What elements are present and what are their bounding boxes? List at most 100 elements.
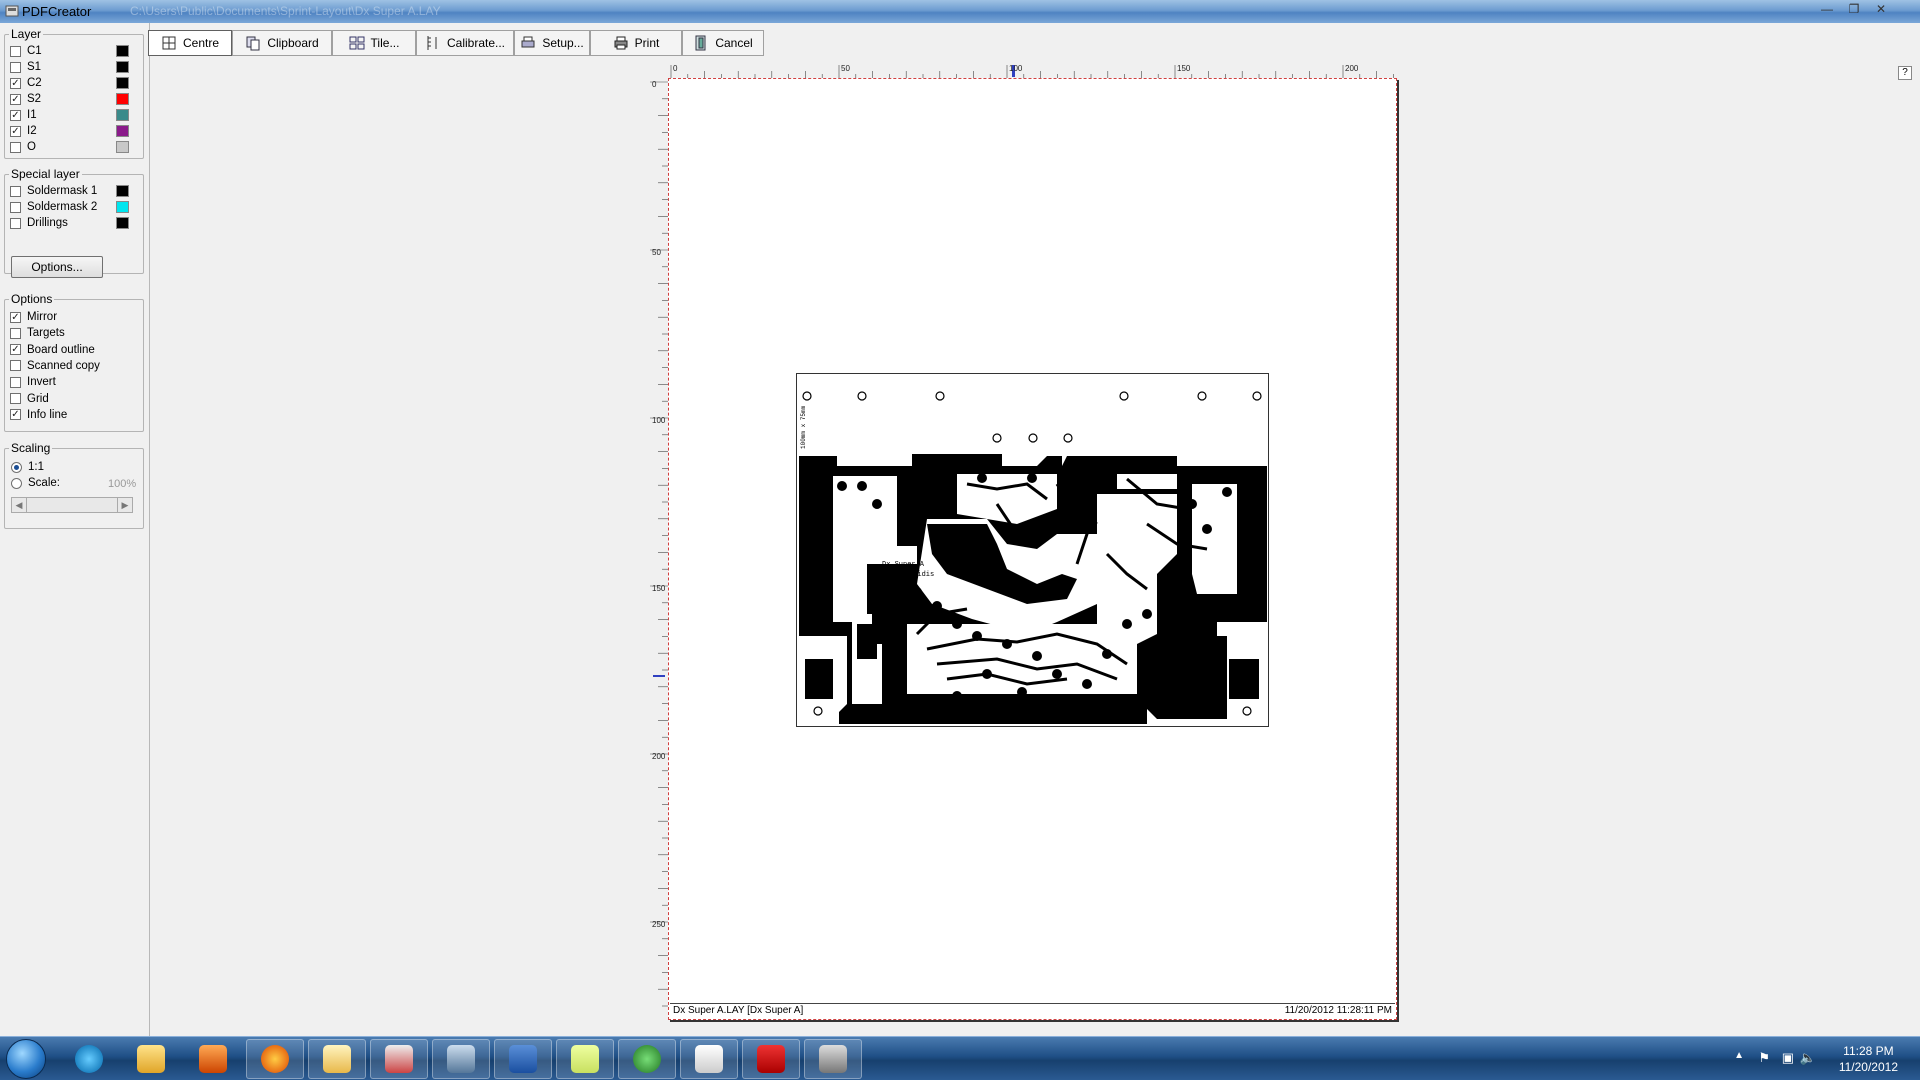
action-center-flag-icon[interactable]: ⚑	[1758, 1050, 1770, 1066]
layer-checkbox-s2[interactable]: ✓ S2	[10, 91, 41, 107]
option-checkbox-grid[interactable]: Grid	[10, 391, 49, 407]
pdfcreator-taskbar-icon[interactable]	[804, 1039, 862, 1079]
layer-checkbox-o[interactable]: O	[10, 139, 36, 155]
radio-indicator	[11, 461, 22, 473]
layer-color-swatch[interactable]	[116, 61, 129, 73]
horizontal-ruler	[670, 65, 1394, 78]
word-taskbar-icon[interactable]	[494, 1039, 552, 1079]
calibrate-button[interactable]: Calibrate...	[416, 30, 514, 56]
v-ruler-label: 100	[652, 416, 666, 425]
layer-color-swatch[interactable]	[116, 141, 129, 153]
special-layer-checkbox-drillings[interactable]: Drillings	[10, 215, 68, 231]
printer-icon	[614, 36, 628, 50]
h-ruler-label: 100	[1009, 64, 1023, 73]
scale-1to1-label: 1:1	[28, 461, 44, 473]
setup-label: Setup...	[542, 36, 584, 50]
checkbox-indicator: ✓	[10, 77, 21, 89]
radio-indicator	[11, 477, 22, 489]
options-button[interactable]: Options...	[11, 256, 103, 278]
calibrate-label: Calibrate...	[446, 36, 506, 50]
centre-icon	[162, 36, 176, 50]
cancel-button[interactable]: Cancel	[682, 30, 764, 56]
print-button[interactable]: Print	[590, 30, 682, 56]
print-page: Dx Super A Costas Hnlogidis 100mm x 75mm…	[668, 78, 1397, 1020]
special-layer-checkbox-soldermask-1[interactable]: Soldermask 1	[10, 183, 97, 199]
help-button[interactable]: ?	[1898, 66, 1912, 80]
board-label-1: Dx Super A	[882, 561, 925, 569]
checkbox-indicator: ✓	[10, 93, 21, 105]
pcb-layout-image: Dx Super A Costas Hnlogidis 100mm x 75mm	[799, 391, 1267, 724]
checkbox-indicator	[10, 376, 21, 388]
layer-checkbox-i2[interactable]: ✓ I2	[10, 123, 37, 139]
media-player-taskbar-icon[interactable]	[184, 1039, 242, 1079]
h-ruler-label: 0	[673, 64, 678, 73]
board-label-2: Costas Hnlogidis	[867, 571, 934, 579]
tile-button[interactable]: Tile...	[332, 30, 416, 56]
runner-app-taskbar-icon[interactable]	[680, 1039, 738, 1079]
option-checkbox-mirror[interactable]: ✓ Mirror	[10, 309, 57, 325]
checkbox-indicator: ✓	[10, 311, 21, 323]
close-button[interactable]: ✕	[1870, 1, 1892, 17]
sticky-notes-taskbar-icon[interactable]	[556, 1039, 614, 1079]
file-explorer-taskbar-icon[interactable]	[122, 1039, 180, 1079]
volume-icon[interactable]: 🔈	[1800, 1050, 1816, 1066]
centre-label: Centre	[182, 36, 220, 50]
mail-taskbar-icon[interactable]	[308, 1039, 366, 1079]
checkbox-indicator: ✓	[10, 344, 21, 356]
keyboard-taskbar-icon[interactable]	[432, 1039, 490, 1079]
option-label: Mirror	[27, 311, 58, 323]
scroll-left-icon[interactable]: ◀	[12, 498, 27, 512]
restore-button[interactable]: ❐	[1843, 1, 1865, 17]
minimize-button[interactable]: —	[1816, 1, 1838, 17]
printer-setup-icon	[521, 36, 535, 48]
scale-custom-radio[interactable]: Scale:	[11, 475, 60, 491]
layer-color-swatch[interactable]	[116, 125, 129, 137]
tile-icon	[349, 36, 365, 50]
cancel-label: Cancel	[715, 36, 753, 50]
special-layer-color-swatch[interactable]	[116, 217, 129, 229]
clipboard-button[interactable]: Clipboard	[232, 30, 332, 56]
snipping-tool-taskbar-icon[interactable]	[370, 1039, 428, 1079]
special-layer-checkbox-soldermask-2[interactable]: Soldermask 2	[10, 199, 97, 215]
show-hidden-icons-button[interactable]: ▲	[1734, 1050, 1744, 1061]
window-title: PDFCreator	[22, 4, 92, 19]
option-checkbox-scanned-copy[interactable]: Scanned copy	[10, 358, 100, 374]
option-label: Targets	[27, 327, 65, 340]
special-layer-group-title: Special layer	[11, 167, 80, 181]
special-layer-label: Drillings	[27, 217, 68, 229]
start-button[interactable]	[6, 1039, 46, 1079]
layer-checkbox-s1[interactable]: S1	[10, 59, 41, 75]
firefox-taskbar-icon[interactable]	[246, 1039, 304, 1079]
layer-label: C1	[27, 45, 42, 57]
scaling-group-title: Scaling	[11, 441, 51, 455]
layer-color-swatch[interactable]	[116, 93, 129, 105]
layer-color-swatch[interactable]	[116, 109, 129, 121]
layer-checkbox-i1[interactable]: ✓ I1	[10, 107, 37, 123]
setup-button[interactable]: Setup...	[514, 30, 590, 56]
option-checkbox-invert[interactable]: Invert	[10, 374, 56, 390]
layer-checkbox-c1[interactable]: C1	[10, 43, 42, 59]
option-checkbox-targets[interactable]: Targets	[10, 325, 65, 341]
v-ruler-label: 0	[652, 80, 657, 89]
special-layer-color-swatch[interactable]	[116, 185, 129, 197]
centre-button[interactable]: Centre	[148, 30, 232, 56]
option-checkbox-info-line[interactable]: ✓ Info line	[10, 407, 67, 423]
system-clock[interactable]: 11:28 PM 11/20/2012	[1839, 1043, 1898, 1075]
layer-color-swatch[interactable]	[116, 77, 129, 89]
title-bar: PDFCreator C:\Users\Public\Documents\Spr…	[0, 0, 1920, 23]
option-label: Scanned copy	[27, 359, 100, 372]
special-layer-color-swatch[interactable]	[116, 201, 129, 213]
layer-checkbox-c2[interactable]: ✓ C2	[10, 75, 42, 91]
scale-1to1-radio[interactable]: 1:1	[11, 459, 44, 475]
layer-color-swatch[interactable]	[116, 45, 129, 57]
acrobat-taskbar-icon[interactable]	[742, 1039, 800, 1079]
network-icon[interactable]: ▣	[1782, 1050, 1794, 1066]
taskbar: ▲ ⚑ ▣ 🔈 11:28 PM 11/20/2012	[0, 1036, 1920, 1080]
utorrent-taskbar-icon[interactable]	[618, 1039, 676, 1079]
option-checkbox-board-outline[interactable]: ✓ Board outline	[10, 342, 95, 358]
scale-scrollbar[interactable]: ◀ ▶	[11, 497, 133, 513]
layer-label: S1	[27, 61, 42, 73]
internet-explorer-taskbar-icon[interactable]	[60, 1039, 118, 1079]
scroll-right-icon[interactable]: ▶	[117, 498, 132, 512]
checkbox-indicator	[10, 327, 21, 339]
